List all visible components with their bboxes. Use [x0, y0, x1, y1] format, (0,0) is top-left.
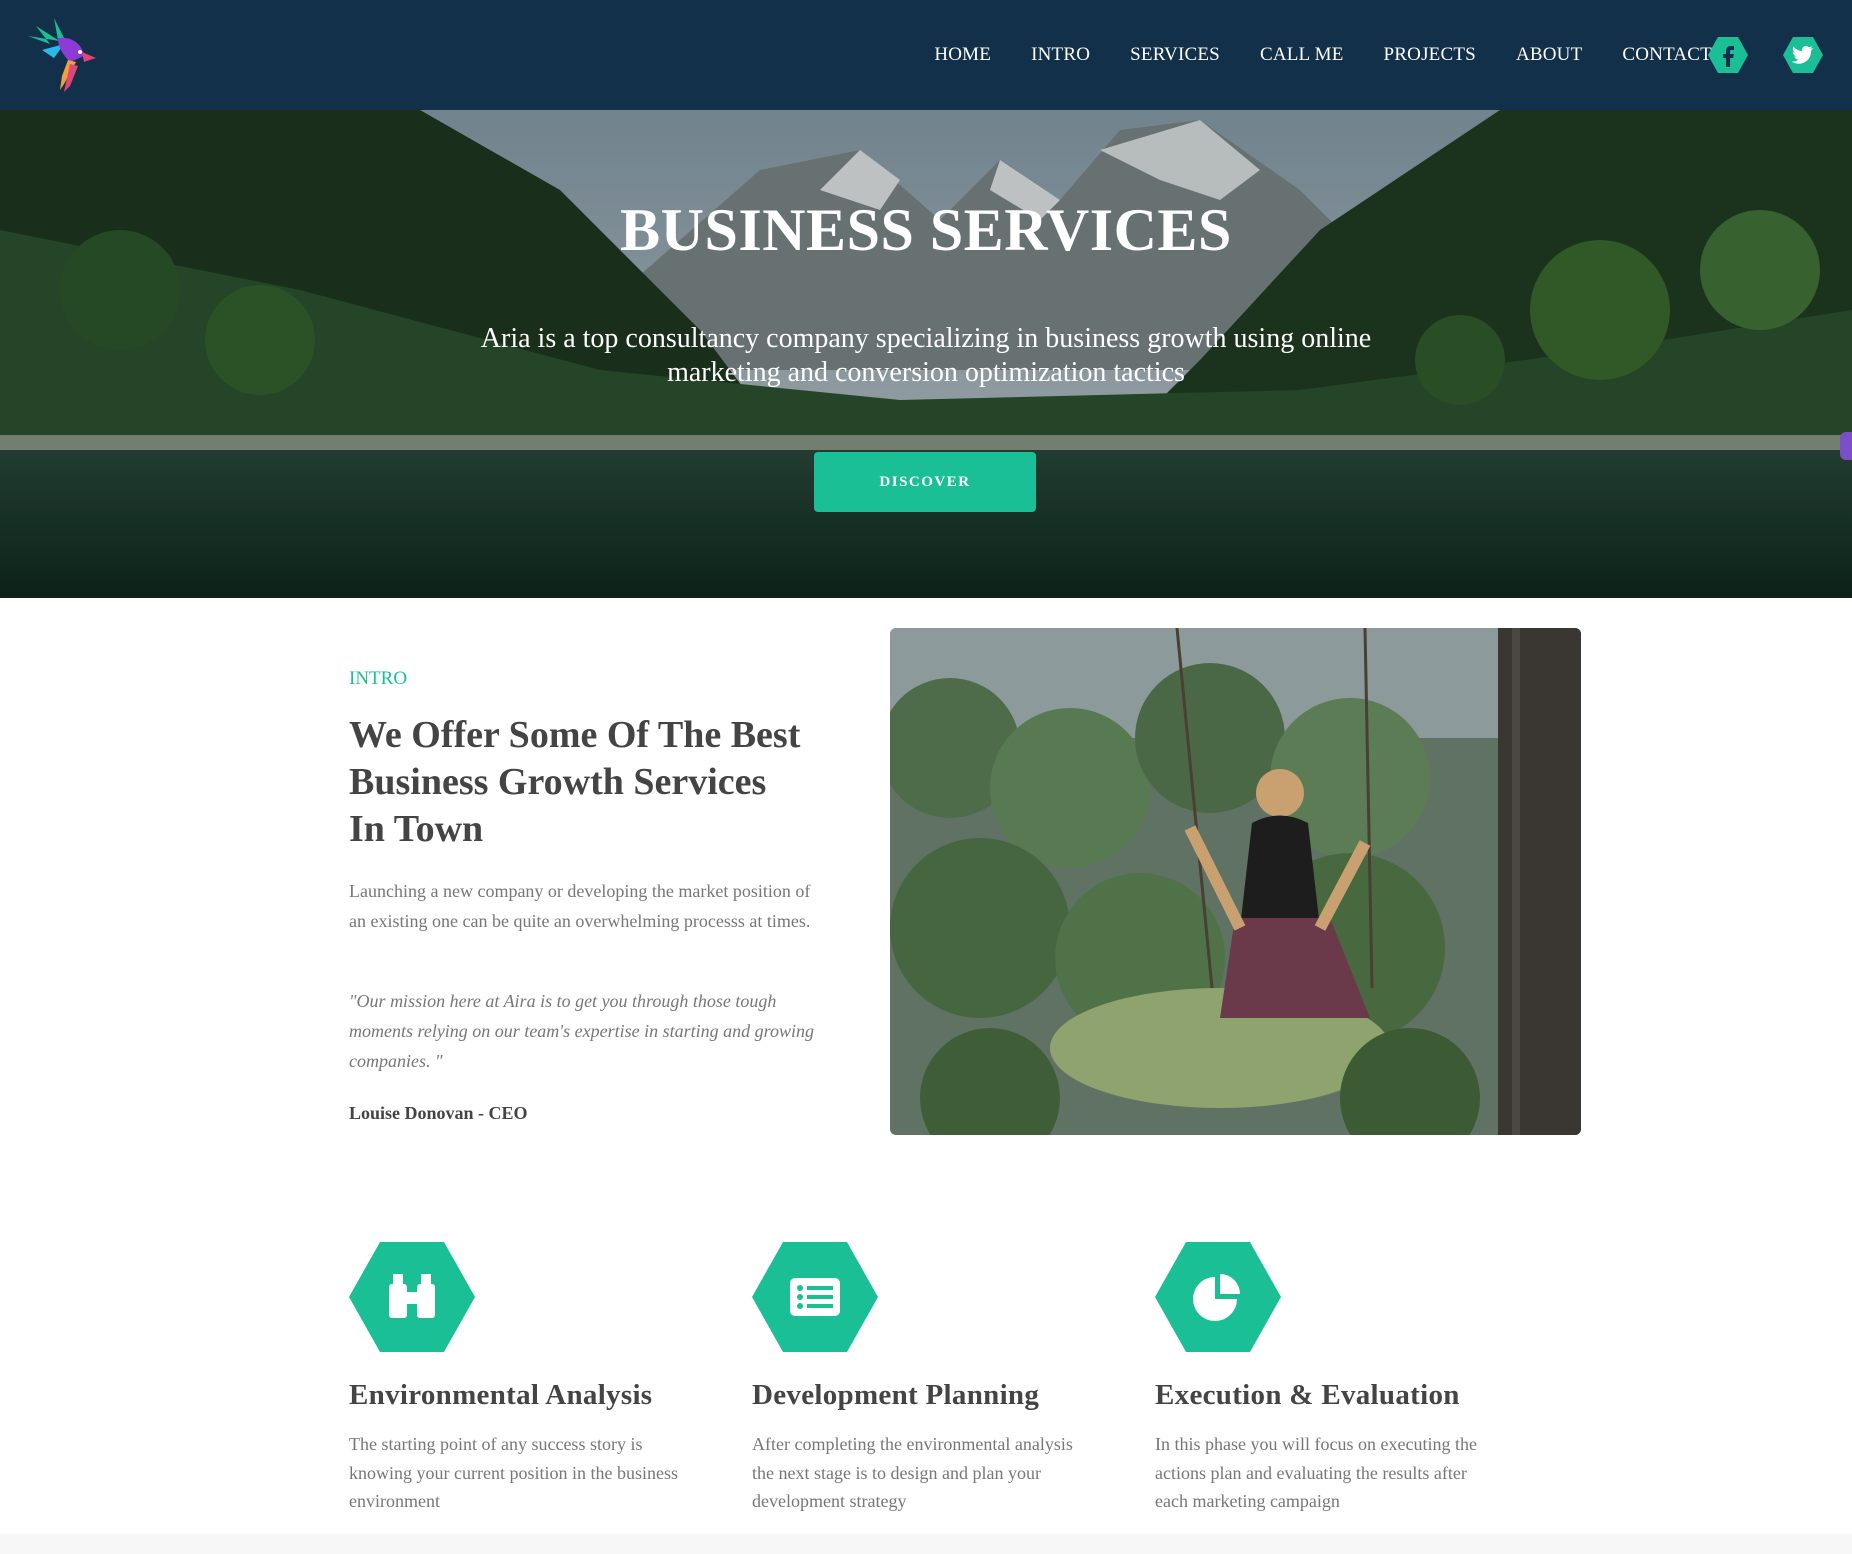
service-card-execution: Execution & Evaluation In this phase you… [1155, 1242, 1515, 1516]
service-card-development: Development Planning After completing th… [752, 1242, 1112, 1516]
swing-photo [890, 628, 1581, 1135]
nav-about[interactable]: ABOUT [1516, 44, 1582, 66]
nav-call-me[interactable]: CALL ME [1260, 44, 1344, 66]
service-card-environmental: Environmental Analysis The starting poin… [349, 1242, 709, 1516]
service-title: Development Planning [752, 1379, 1040, 1411]
binoculars-icon [349, 1242, 475, 1352]
service-text: The starting point of any success story … [349, 1434, 678, 1511]
footer-strip [0, 1534, 1852, 1554]
main-menu: HOME INTRO SERVICES CALL ME PROJECTS ABO… [934, 0, 1712, 110]
side-tab-handle[interactable] [1840, 432, 1852, 460]
hero-title: BUSINESS SERVICES [620, 197, 1232, 263]
pie-chart-icon [1155, 1242, 1281, 1352]
intro-paragraph: Launching a new company or developing th… [349, 881, 811, 931]
hero-subtitle: Aria is a top consultancy company specia… [480, 323, 1372, 388]
nav-contact[interactable]: CONTACT [1622, 44, 1712, 66]
twitter-icon[interactable] [1783, 36, 1823, 74]
top-navbar: HOME INTRO SERVICES CALL ME PROJECTS ABO… [0, 0, 1852, 110]
hero-section: BUSINESS SERVICES Aria is a top consulta… [0, 110, 1852, 598]
discover-button[interactable]: DISCOVER [814, 452, 1036, 512]
nav-intro[interactable]: INTRO [1031, 44, 1090, 66]
intro-heading: We Offer Some Of The Best Business Growt… [349, 714, 801, 850]
list-icon [752, 1242, 878, 1352]
bird-logo-icon[interactable] [24, 14, 100, 94]
service-text: In this phase you will focus on executin… [1155, 1434, 1477, 1511]
nav-projects[interactable]: PROJECTS [1384, 44, 1476, 66]
facebook-icon[interactable] [1708, 36, 1748, 74]
nav-services[interactable]: SERVICES [1130, 44, 1220, 66]
intro-author: Louise Donovan - CEO [349, 1103, 528, 1123]
service-text: After completing the environmental analy… [752, 1434, 1073, 1511]
service-title: Execution & Evaluation [1155, 1379, 1460, 1411]
service-title: Environmental Analysis [349, 1379, 653, 1411]
intro-label: INTRO [349, 668, 408, 689]
nav-home[interactable]: HOME [934, 44, 991, 66]
intro-quote: "Our mission here at Aira is to get you … [349, 991, 814, 1071]
